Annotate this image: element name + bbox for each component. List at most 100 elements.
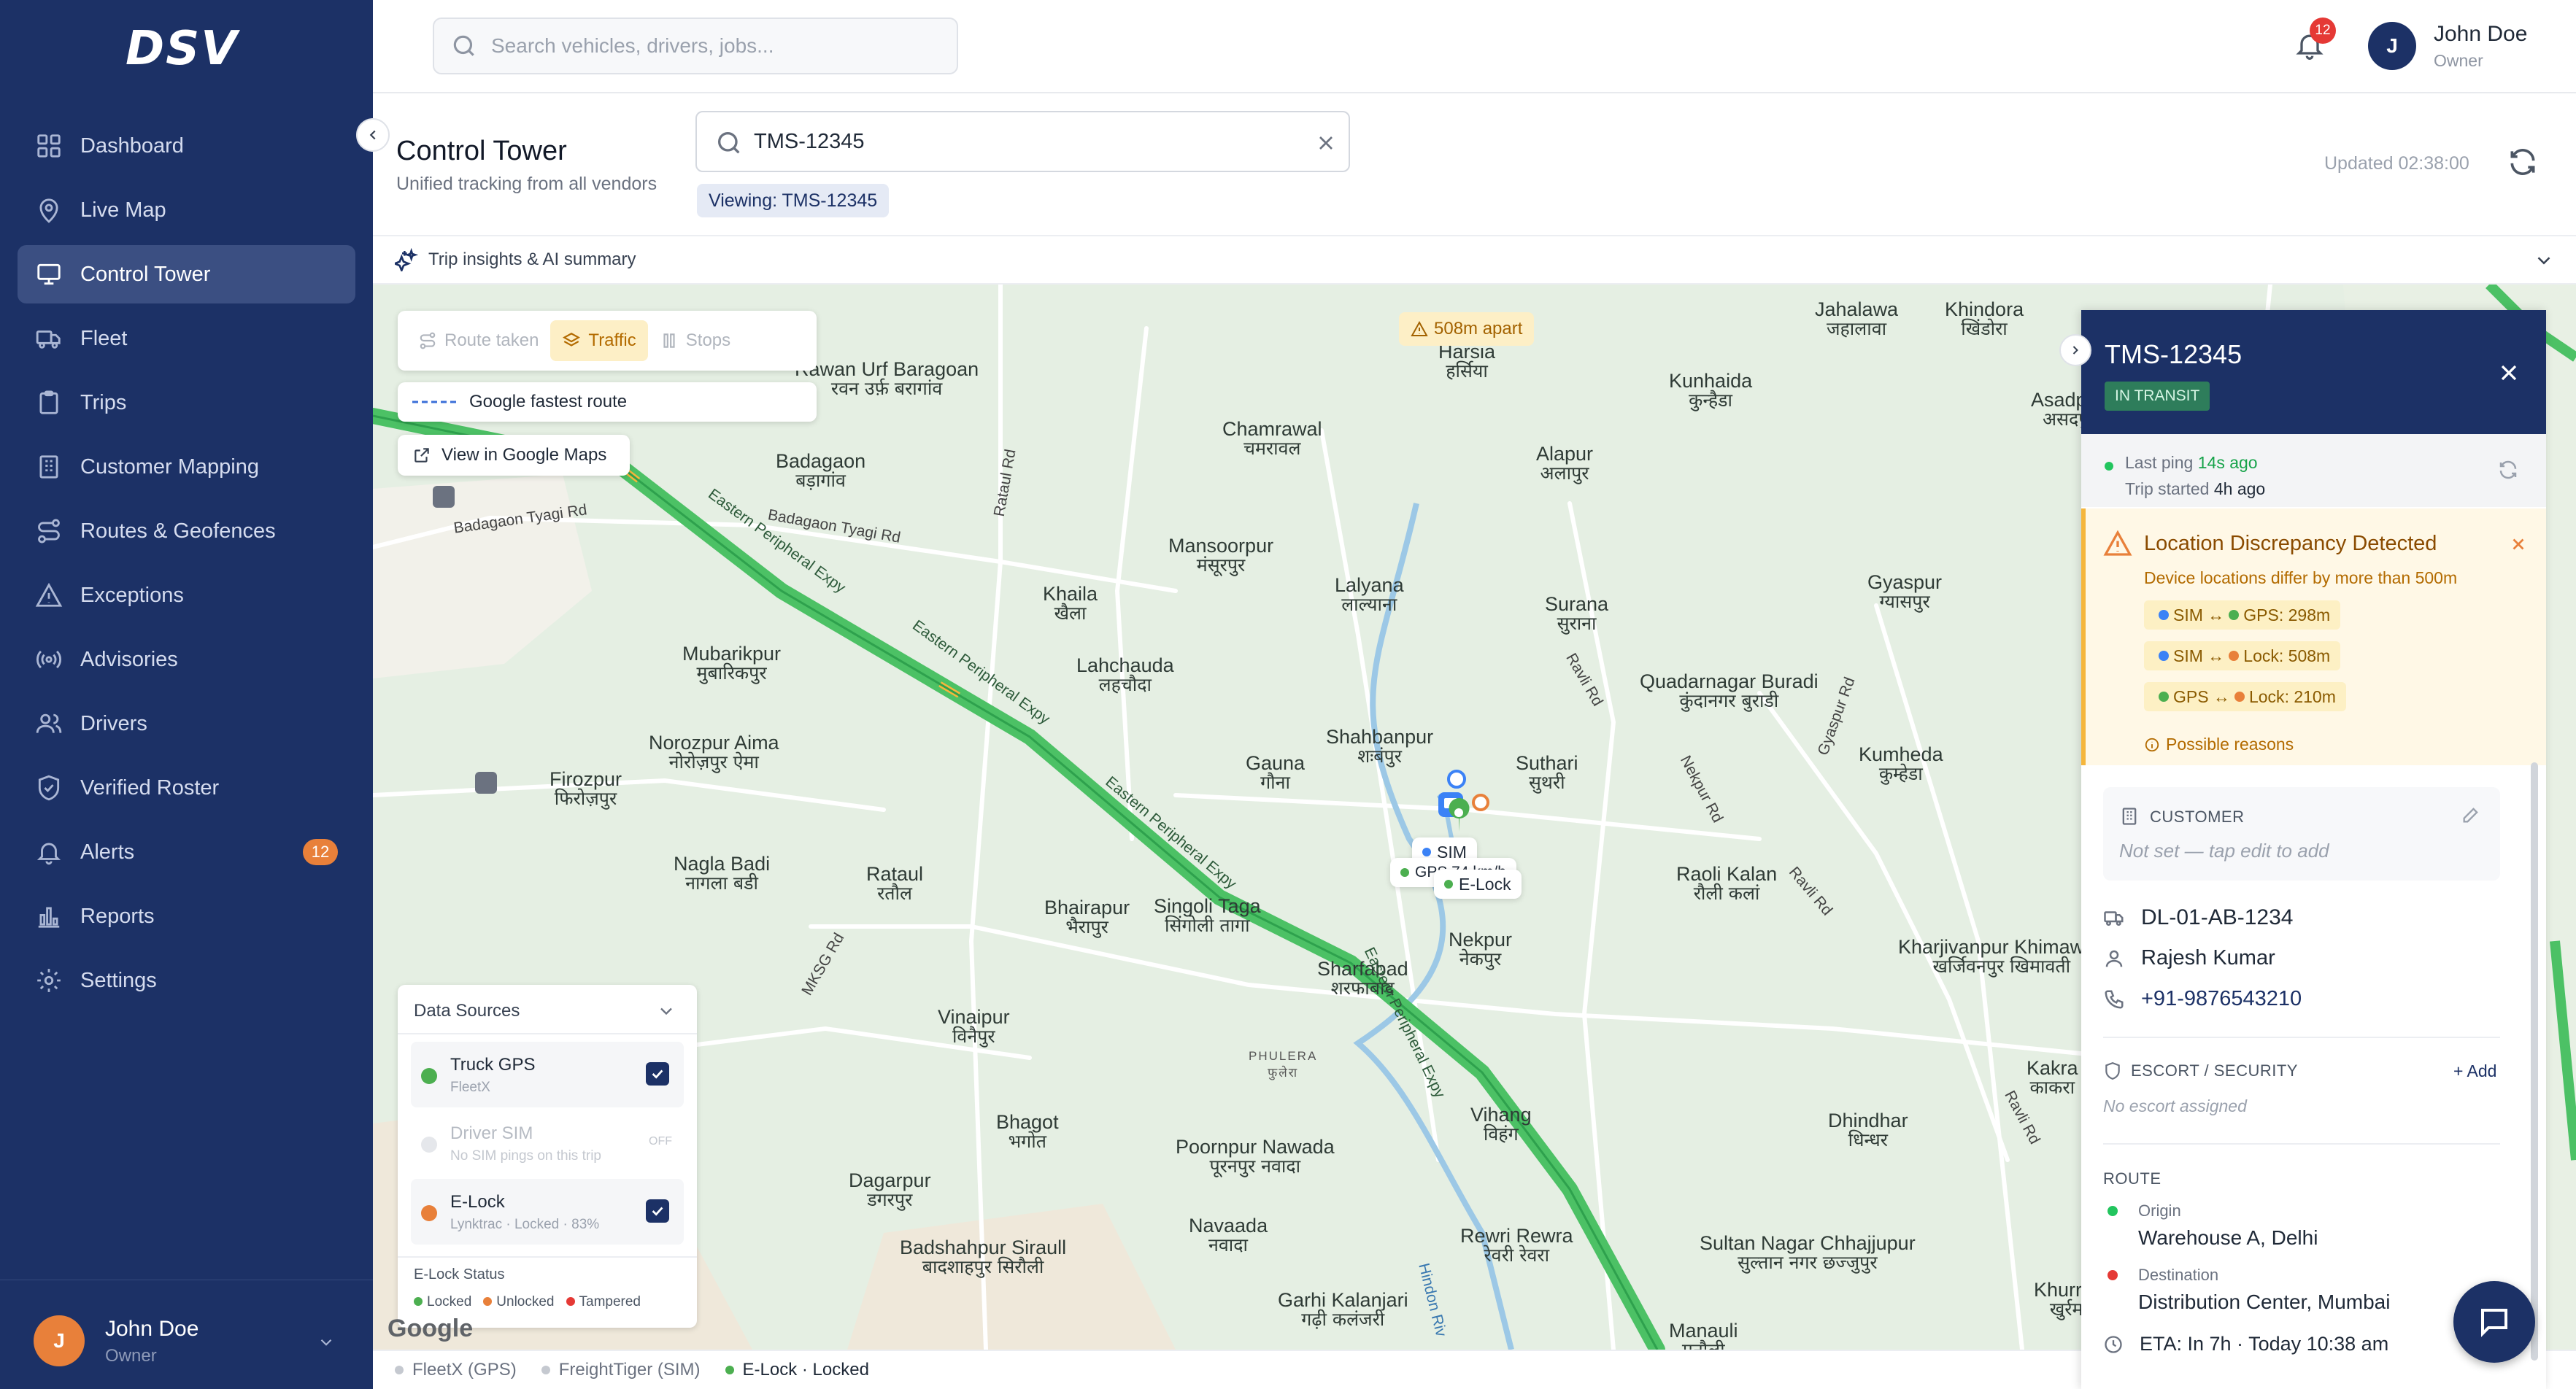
- chevron-left-icon: [369, 130, 376, 140]
- collapse-panel-button[interactable]: [2059, 334, 2091, 366]
- tab-stops[interactable]: Stops: [648, 320, 742, 361]
- trip-started-value: 4h ago: [2213, 479, 2266, 498]
- place-label: Khindora खिंडोरा: [1945, 298, 2024, 340]
- collapse-sidebar-button[interactable]: [356, 118, 390, 152]
- sidebar-item-advisories[interactable]: Advisories: [18, 630, 355, 689]
- last-ping-value: 14s ago: [2197, 453, 2258, 472]
- trip-insights-bar[interactable]: Trip insights & AI summary: [373, 236, 2576, 285]
- customer-label: CUSTOMER: [2150, 808, 2245, 826]
- live-dot: [2105, 462, 2113, 471]
- sidebar-item-label: Exceptions: [80, 583, 184, 607]
- users-icon: [35, 710, 63, 738]
- alert-triangle-icon: [35, 581, 63, 609]
- possible-reasons-link[interactable]: Possible reasons: [2144, 735, 2294, 754]
- ping-info: Last ping 14s ago Trip started 4h ago: [2081, 434, 2546, 507]
- chevron-down-icon[interactable]: [656, 1001, 676, 1021]
- elock-status-legend: Locked Unlocked Tampered: [414, 1294, 641, 1310]
- refresh-icon[interactable]: [2507, 146, 2539, 178]
- top-bar: Search vehicles, drivers, jobs... 12 J J…: [373, 0, 2576, 93]
- search-icon: [718, 132, 740, 154]
- sidebar-item-label: Routes & Geofences: [80, 519, 276, 543]
- trip-search-input[interactable]: TMS-12345: [695, 111, 1350, 172]
- close-icon[interactable]: [2509, 535, 2528, 554]
- status-item: E-Lock · Locked: [725, 1360, 869, 1380]
- building-icon: [35, 453, 63, 481]
- sidebar-item-drivers[interactable]: Drivers: [18, 694, 355, 753]
- place-label: Kumheda कुम्हेडा: [1859, 743, 1943, 785]
- global-search-input[interactable]: Search vehicles, drivers, jobs...: [433, 18, 958, 74]
- alert-title: Location Discrepancy Detected: [2144, 532, 2437, 555]
- place-label: Firozpur फिरोज़पुर: [549, 768, 622, 810]
- source-color-dot: [421, 1137, 437, 1153]
- tab-traffic[interactable]: Traffic: [550, 320, 648, 361]
- add-escort-button[interactable]: + Add: [2453, 1061, 2496, 1081]
- place-label: Badshahpur Siraull बादशाहपुर सिरौली: [900, 1237, 1067, 1278]
- discrepancy-chip: SIM ↔ Lock: 508m: [2144, 641, 2341, 670]
- place-label: Singoli Taga सिंगोली तागा: [1154, 895, 1261, 937]
- tab-route-taken[interactable]: Route taken: [406, 320, 550, 361]
- sidebar-item-customer-mapping[interactable]: Customer Mapping: [18, 438, 355, 496]
- sidebar-item-exceptions[interactable]: Exceptions: [18, 566, 355, 624]
- sidebar-item-settings[interactable]: Settings: [18, 951, 355, 1010]
- sidebar-item-control-tower[interactable]: Control Tower: [18, 245, 355, 303]
- map-pin-icon: [35, 196, 63, 224]
- place-label: Kunhaida कुन्हैडा: [1669, 370, 1753, 411]
- sidebar-item-live-map[interactable]: Live Map: [18, 181, 355, 239]
- route-toggle-group: Route taken Traffic Stops: [398, 311, 817, 371]
- user-name: John Doe: [2434, 22, 2528, 46]
- sidebar-item-routes-geofences[interactable]: Routes & Geofences: [18, 502, 355, 560]
- customer-value: Not set — tap edit to add: [2119, 840, 2329, 862]
- destination-dot: [2108, 1270, 2118, 1280]
- avatar[interactable]: J: [2368, 22, 2416, 70]
- source-checkbox[interactable]: [646, 1199, 669, 1223]
- phone-row[interactable]: +91-9876543210: [2103, 987, 2302, 1011]
- notifications-button[interactable]: 12: [2294, 18, 2336, 64]
- view-in-google-maps-button[interactable]: View in Google Maps: [398, 435, 630, 476]
- place-label: Vihang विहंग: [1470, 1104, 1532, 1145]
- source-row-driver-sim[interactable]: Driver SIM No SIM pings on this trip OFF: [411, 1110, 684, 1176]
- bell-icon: [35, 838, 63, 866]
- refresh-icon[interactable]: [2497, 459, 2519, 481]
- place-label: Bhagot भगोत: [996, 1111, 1059, 1153]
- search-icon: [453, 35, 474, 56]
- origin-dot: [2108, 1206, 2118, 1216]
- clock-icon: [2105, 1335, 2122, 1353]
- source-row-truck-gps[interactable]: Truck GPS FleetX: [411, 1042, 684, 1107]
- sidebar-item-label: Reports: [80, 904, 155, 928]
- distance-apart-badge: 508m apart: [1399, 312, 1535, 346]
- sidebar-item-fleet[interactable]: Fleet: [18, 309, 355, 368]
- place-label: Lahchauda लहचौदा: [1076, 654, 1174, 696]
- place-label: Lalyana लाल्याना: [1335, 574, 1404, 616]
- phone-link[interactable]: +91-9876543210: [2141, 987, 2302, 1011]
- avatar: J: [34, 1315, 85, 1366]
- dashed-line-icon: [412, 401, 456, 403]
- sidebar-item-reports[interactable]: Reports: [18, 887, 355, 945]
- user-icon: [2105, 950, 2123, 967]
- dsv-logo[interactable]: DSV: [126, 22, 239, 76]
- panel-scrollbar[interactable]: [2531, 762, 2538, 1361]
- sidebar-item-dashboard[interactable]: Dashboard: [18, 117, 355, 175]
- sidebar-user[interactable]: J John Doe Owner: [0, 1280, 373, 1389]
- driver-name: Rajesh Kumar: [2141, 946, 2275, 970]
- sidebar-item-verified-roster[interactable]: Verified Roster: [18, 759, 355, 817]
- chat-button[interactable]: [2453, 1281, 2535, 1363]
- status-item: FleetX (GPS): [395, 1360, 517, 1380]
- warning-icon: [2103, 530, 2132, 556]
- eta-row: ETA: In 7h · Today 10:38 am: [2103, 1333, 2388, 1355]
- viewing-badge: Viewing: TMS-12345: [697, 184, 890, 217]
- edit-icon[interactable]: [2461, 805, 2481, 825]
- sidebar-item-alerts[interactable]: Alerts 12: [18, 823, 355, 881]
- chevron-down-icon: [320, 1339, 332, 1346]
- place-label: Harsia हर्सिया: [1438, 341, 1496, 382]
- discrepancy-chip: GPS ↔ Lock: 210m: [2144, 682, 2346, 711]
- gear-icon: [35, 967, 63, 994]
- place-label: Mansoorpur मंसूरपुर: [1168, 535, 1274, 576]
- source-row-elock[interactable]: E-Lock Lynktrac · Locked · 83%: [411, 1179, 684, 1245]
- close-icon[interactable]: [2496, 360, 2522, 386]
- external-link-icon: [414, 448, 429, 463]
- sidebar-item-trips[interactable]: Trips: [18, 374, 355, 432]
- clear-icon[interactable]: [1314, 131, 1338, 155]
- sidebar: DSV Dashboard Live Map Control Tower Fle…: [0, 0, 373, 1389]
- source-checkbox[interactable]: [646, 1062, 669, 1086]
- place-label: Dhindhar धिन्धर: [1828, 1110, 1908, 1151]
